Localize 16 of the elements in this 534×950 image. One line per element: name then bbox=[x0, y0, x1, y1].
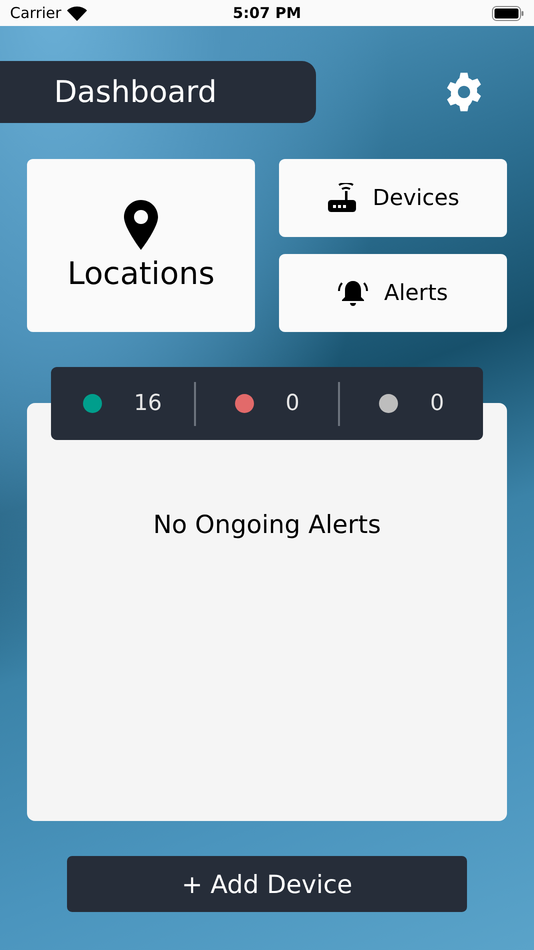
status-count: 0 bbox=[430, 391, 444, 416]
dashboard-title: Dashboard bbox=[0, 61, 316, 123]
status-count: 0 bbox=[286, 391, 300, 416]
location-tile[interactable]: Locations bbox=[27, 159, 255, 332]
status-count: 16 bbox=[134, 391, 162, 416]
clock-time: 5:07 PM bbox=[232, 4, 302, 22]
empty-alerts-message: No Ongoing Alerts bbox=[153, 510, 381, 539]
router-icon bbox=[326, 183, 357, 213]
carrier-label: Carrier bbox=[10, 4, 62, 22]
battery-icon bbox=[492, 6, 524, 20]
map-pin-icon bbox=[124, 200, 158, 250]
add-device-button[interactable]: + Add Device bbox=[67, 856, 467, 912]
devices-tile[interactable]: Devices bbox=[279, 159, 507, 237]
alerts-tile[interactable]: Alerts bbox=[279, 254, 507, 332]
wifi-icon bbox=[67, 6, 88, 20]
bell-icon bbox=[338, 279, 368, 307]
